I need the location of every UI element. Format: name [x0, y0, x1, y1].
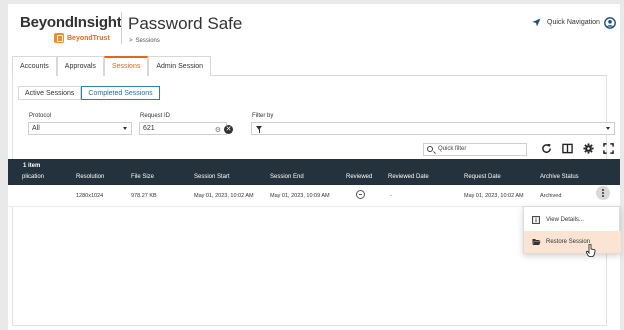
brand-title: BeyondInsight [20, 14, 122, 31]
tab-approvals[interactable]: Approvals [56, 56, 104, 76]
filter-by-label: Filter by [252, 113, 274, 119]
menu-item-view-details[interactable]: View Details... [524, 209, 621, 231]
brand-subtitle: BeyondTrust [67, 34, 110, 42]
column-application[interactable]: plication [22, 174, 44, 180]
columns-icon[interactable] [562, 143, 573, 154]
column-resolution[interactable]: Resolution [76, 174, 104, 180]
cell-resolution: 1280x1024 [76, 193, 104, 199]
column-file-size[interactable]: File Size [131, 174, 154, 180]
chevron-down-icon [123, 127, 127, 130]
filter-by-select[interactable] [251, 122, 615, 135]
input-settings-icon: ⚙ [214, 127, 221, 134]
request-id-input[interactable]: 621 ⚙ [139, 122, 227, 135]
grid-header: 1 item plication Resolution File Size Se… [8, 159, 620, 185]
column-request-date[interactable]: Request Date [464, 174, 501, 180]
column-session-start[interactable]: Session Start [194, 174, 230, 180]
breadcrumb-chevron-icon: > [129, 38, 133, 44]
chevron-down-icon [606, 127, 610, 130]
quick-filter-placeholder: Quick filter [438, 146, 467, 152]
column-session-end[interactable]: Session End [270, 174, 304, 180]
top-header: BeyondInsight BeyondTrust Password Safe … [8, 4, 620, 52]
not-reviewed-icon [356, 190, 365, 199]
hand-pointer-icon [586, 244, 596, 257]
tab-accounts[interactable]: Accounts [12, 56, 57, 76]
tab-admin-session[interactable]: Admin Session [148, 56, 212, 76]
row-actions-kebab-icon[interactable] [596, 186, 610, 200]
header-divider [121, 12, 122, 44]
navigation-arrow-icon [532, 18, 541, 27]
protocol-label: Protocol [29, 113, 52, 119]
clear-icon[interactable]: ✕ [224, 125, 233, 134]
cell-session-end: May 01, 2023, 10:09 AM [270, 193, 330, 199]
quick-navigation-label: Quick Navigation [547, 19, 600, 26]
column-reviewed-date[interactable]: Reviewed Date [388, 174, 429, 180]
protocol-value: All [32, 125, 40, 132]
quick-filter-input[interactable]: Quick filter [423, 143, 527, 156]
breadcrumb: > Sessions [129, 38, 160, 44]
subtab-active-sessions[interactable]: Active Sessions [18, 86, 82, 100]
view-details-icon [532, 216, 540, 224]
search-icon [427, 146, 433, 152]
column-archive-status[interactable]: Archive Status [540, 174, 579, 180]
view-details-label: View Details... [546, 217, 584, 223]
folder-open-icon [532, 239, 541, 245]
cell-archive-status: Archived [540, 193, 562, 199]
beyondtrust-logo-icon [54, 33, 64, 43]
fullscreen-icon[interactable] [603, 143, 614, 154]
breadcrumb-item-sessions[interactable]: Sessions [136, 38, 160, 44]
user-profile-icon[interactable] [604, 17, 616, 29]
cell-request-date: May 01, 2023, 10:02 AM [464, 193, 524, 199]
request-id-value: 621 [143, 125, 155, 132]
cell-reviewed-date: - [390, 193, 392, 199]
tab-sessions[interactable]: Sessions [103, 56, 149, 76]
column-reviewed[interactable]: Reviewed [346, 174, 372, 180]
gear-icon[interactable] [583, 143, 594, 154]
item-count: 1 item [23, 163, 41, 169]
request-id-label: Request ID [140, 113, 171, 119]
protocol-select[interactable]: All [28, 122, 132, 135]
session-subtabs: Active Sessions Completed Sessions [18, 86, 160, 100]
row-context-menu: View Details... Restore Session [523, 206, 621, 254]
quick-navigation-button[interactable]: Quick Navigation [532, 18, 600, 27]
page-title: Password Safe [128, 14, 243, 33]
subtab-completed-sessions[interactable]: Completed Sessions [81, 86, 160, 100]
main-tabs: Accounts Approvals Sessions Admin Sessio… [12, 56, 607, 76]
cell-session-start: May 01, 2023, 10:02 AM [194, 193, 254, 199]
refresh-icon[interactable] [541, 143, 552, 154]
table-row[interactable]: 1280x1024 978.27 KB May 01, 2023, 10:02 … [8, 186, 620, 207]
cell-file-size: 978.27 KB [131, 193, 157, 199]
restore-session-label: Restore Session [546, 239, 591, 245]
filter-funnel-icon [256, 126, 262, 133]
menu-item-restore-session[interactable]: Restore Session [524, 231, 621, 253]
brand-logo[interactable]: BeyondInsight BeyondTrust [20, 14, 122, 43]
